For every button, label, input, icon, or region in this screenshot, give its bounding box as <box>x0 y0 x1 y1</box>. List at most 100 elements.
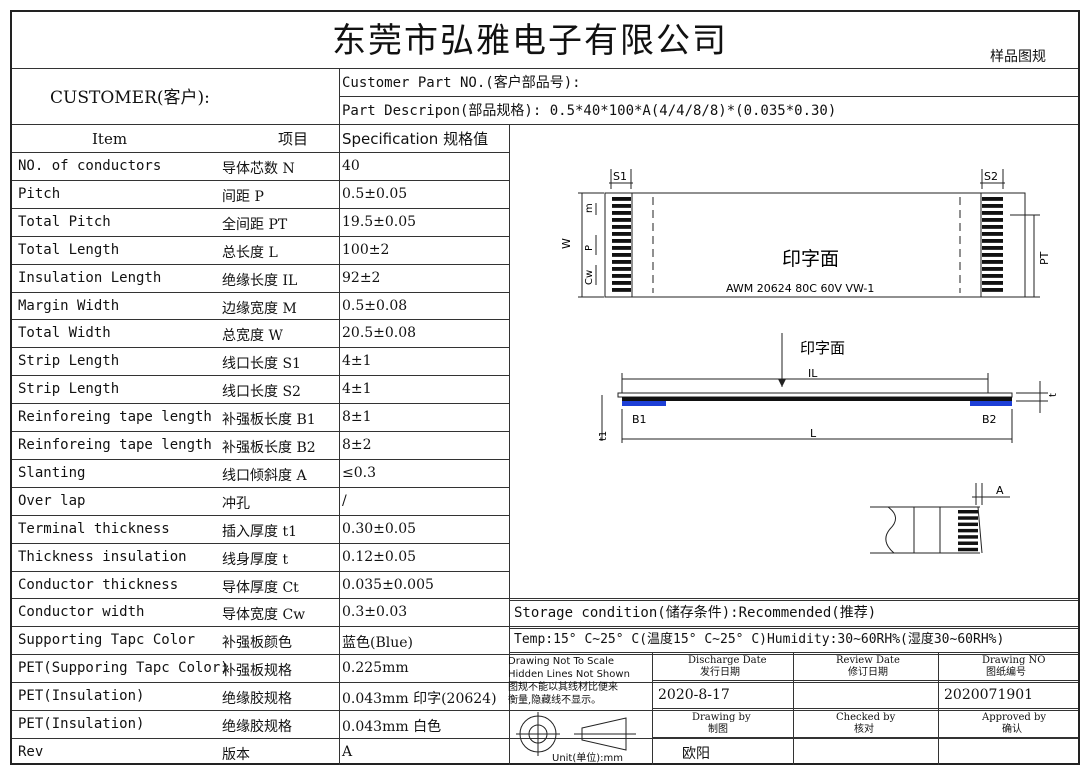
item-name: Conductor width <box>18 604 145 621</box>
table-row: Conductor thickness 导体厚度 Ct 0.035±0.005 <box>12 571 509 599</box>
dim-w-label: W <box>560 238 573 249</box>
item-name: Thickness insulation <box>18 548 187 565</box>
spec-value: 8±1 <box>342 409 372 426</box>
item-name-cn: 补强板长度 B1 <box>222 412 316 429</box>
spec-value: ≤0.3 <box>342 464 376 481</box>
table-row: Strip Length 线口长度 S2 4±1 <box>12 375 509 403</box>
drawn-by-value: 欧阳 <box>682 746 710 762</box>
item-name-cn: 边缘宽度 M <box>222 300 297 317</box>
dim-s1-label: S1 <box>613 170 627 183</box>
conductor-finger <box>982 239 1003 243</box>
conductor-finger <box>982 260 1003 264</box>
item-name-cn: 总长度 L <box>222 244 278 261</box>
conductor-finger <box>982 232 1003 236</box>
column-header-item: Item <box>92 130 128 148</box>
conductor-finger <box>982 218 1003 222</box>
divider <box>12 68 1078 69</box>
discharge-date-label-cn: 发行日期 <box>700 667 740 678</box>
dim-b1-label: B1 <box>632 413 647 426</box>
item-name-cn: 绝缘长度 IL <box>222 272 298 289</box>
item-name: Total Width <box>18 325 111 342</box>
dim-l-label: L <box>810 427 817 440</box>
spec-value: 100±2 <box>342 241 390 258</box>
item-name: Margin Width <box>18 297 120 314</box>
cable-body <box>622 397 1012 401</box>
spec-value: 0.5±0.08 <box>342 297 408 314</box>
conductor-finger <box>612 211 631 215</box>
divider <box>938 652 939 765</box>
table-row: Thickness insulation 线身厚度 t 0.12±0.05 <box>12 543 509 571</box>
conductor-finger <box>612 281 631 285</box>
item-name-cn: 绝缘胶规格 <box>222 719 292 735</box>
item-name-cn: 线口倾斜度 A <box>222 467 307 484</box>
item-name-cn: 导体厚度 Ct <box>222 579 299 596</box>
dim-a-label: A <box>996 484 1004 497</box>
dim-t1-label: t1 <box>598 431 609 441</box>
spec-value: 0.035±0.005 <box>342 576 434 593</box>
table-row: Supporting Tapc Color 补强板颜色 蓝色(Blue) <box>12 626 509 654</box>
conductor-finger <box>958 516 978 520</box>
conductor-finger <box>982 288 1003 292</box>
table-row: Over lap 冲孔 / <box>12 487 509 515</box>
drawing-no-label-cn: 图纸编号 <box>986 667 1026 678</box>
conductor-finger <box>982 274 1003 278</box>
conductor-finger <box>612 232 631 236</box>
item-name: Total Length <box>18 241 120 258</box>
column-header-item-cn: 项目 <box>278 130 309 148</box>
conductor-finger <box>982 246 1003 250</box>
dim-b2-label: B2 <box>982 413 997 426</box>
conductor-finger <box>612 246 631 250</box>
spec-value: 0.043mm 白色 <box>342 719 442 735</box>
conductor-finger <box>612 239 631 243</box>
item-name: PET(Insulation) <box>18 688 145 705</box>
item-name: Pitch <box>18 185 61 202</box>
item-name: Rev <box>18 743 44 760</box>
table-row: Insulation Length 绝缘长度 IL 92±2 <box>12 264 509 292</box>
item-name: Reinforeing tape length <box>18 437 212 453</box>
approved-by-label-cn: 确认 <box>1002 724 1022 735</box>
conductor-finger <box>958 528 978 533</box>
table-row: Total Length 总长度 L 100±2 <box>12 236 509 264</box>
table-row: PET(Supporing Tapc Color) 补强板规格 0.225mm <box>12 654 509 682</box>
spec-value: 0.12±0.05 <box>342 548 417 565</box>
table-row: PET(Insulation) 绝缘胶规格 0.043mm 印字(20624) <box>12 682 509 710</box>
spec-value: / <box>342 492 347 509</box>
item-name-cn: 线身厚度 t <box>222 551 289 568</box>
table-row: Margin Width 边缘宽度 M 0.5±0.08 <box>12 292 509 320</box>
spec-value: 0.225mm <box>342 660 409 677</box>
item-name: Insulation Length <box>18 269 162 286</box>
print-face-label: 印字面 <box>782 248 839 270</box>
conductor-fingers-right <box>982 197 1003 292</box>
table-row: Total Pitch 全间距 PT 19.5±0.05 <box>12 208 509 236</box>
slant-detail: A <box>870 483 1010 554</box>
table-row: Rev 版本 A <box>12 738 509 766</box>
item-name: PET(Supporing Tapc Color) <box>18 660 229 677</box>
divider <box>509 628 1078 629</box>
top-view: S1 S2 W m P Cw PT 印字面 AWM 20624 80C 60V … <box>560 169 1051 298</box>
item-name: Terminal thickness <box>18 520 170 537</box>
dim-s2-label: S2 <box>984 170 998 183</box>
spec-value: 0.30±0.05 <box>342 520 417 537</box>
item-name: Over lap <box>18 492 86 509</box>
divider <box>652 708 1078 709</box>
unit-label: Unit(单位):mm <box>552 753 624 764</box>
conductor-finger <box>958 535 978 539</box>
item-name: NO. of conductors <box>18 158 162 174</box>
table-row: Reinforeing tape length 补强板长度 B1 8±1 <box>12 403 509 431</box>
dim-p-label: P <box>584 245 595 251</box>
divider <box>652 737 1078 738</box>
item-name: Total Pitch <box>18 213 111 230</box>
customer-part-no-label: Customer Part NO.(客户部品号): <box>342 75 581 91</box>
checked-by-label: Checked by <box>836 712 896 723</box>
conductor-finger <box>958 510 978 514</box>
item-name: Supporting Tapc Color <box>18 632 196 649</box>
spec-value: 0.043mm 印字(20624) <box>342 691 497 708</box>
table-row: Pitch 间距 P 0.5±0.05 <box>12 180 509 208</box>
spec-value: 0.5±0.05 <box>342 185 408 202</box>
item-name-cn: 线口长度 S2 <box>222 384 301 401</box>
dim-il-label: IL <box>808 367 818 380</box>
item-name-cn: 导体芯数 N <box>222 161 295 177</box>
spec-value: 4±1 <box>342 353 372 370</box>
table-row: Total Width 总宽度 W 20.5±0.08 <box>12 319 509 347</box>
item-name-cn: 线口长度 S1 <box>222 356 301 373</box>
